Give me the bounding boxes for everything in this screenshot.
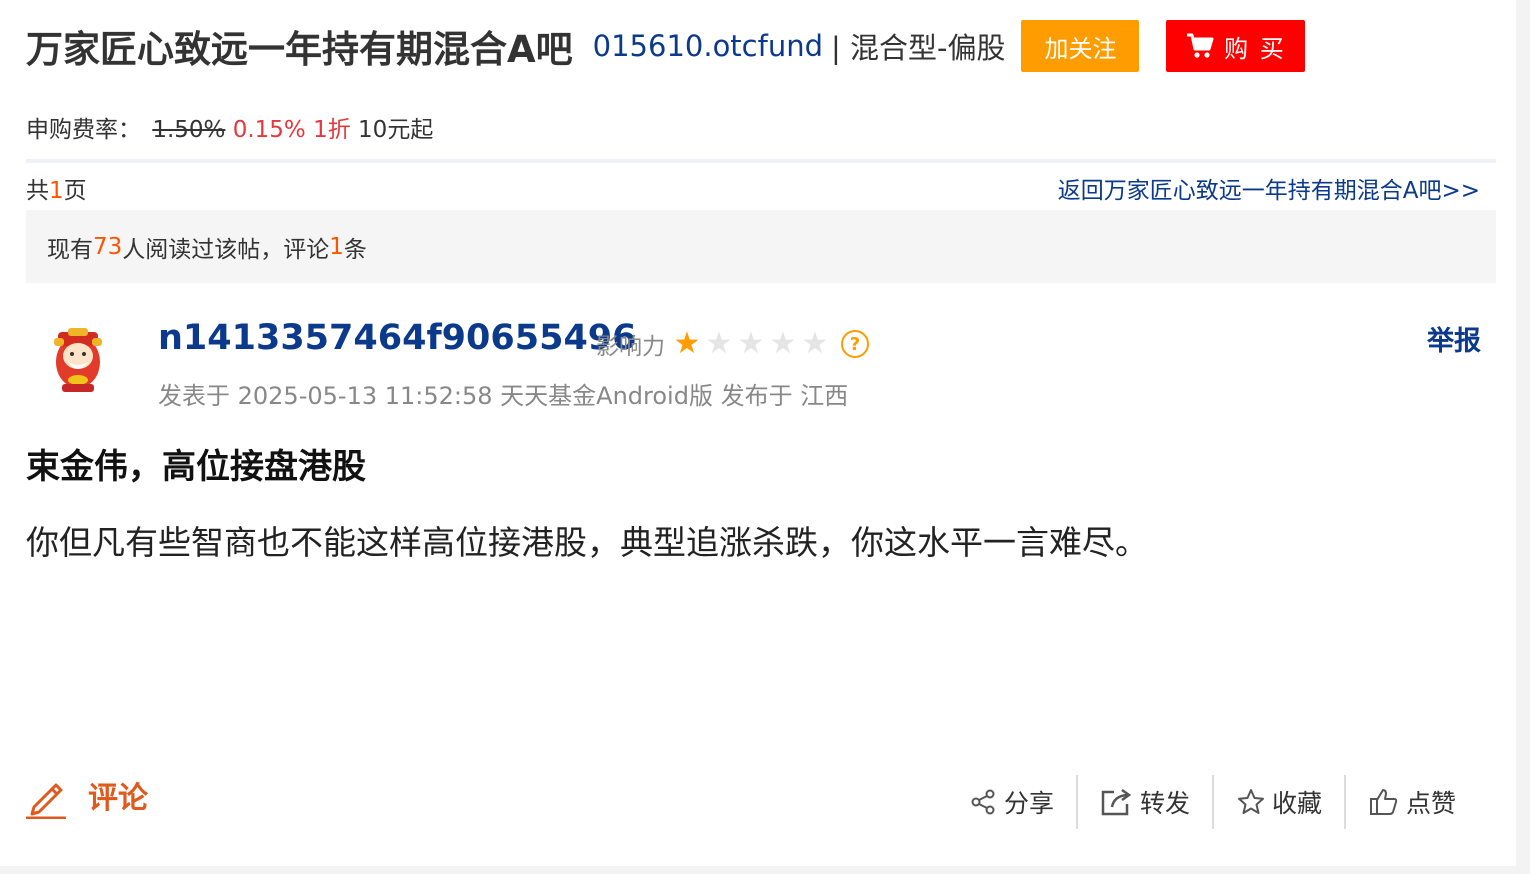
page-count-suffix: 页	[63, 178, 87, 204]
post-meta: 发表于 2025-05-13 11:52:58 天天基金Android版 发布于…	[158, 382, 849, 410]
post-body: 你但凡有些智商也不能这样高位接港股，典型追涨杀跌，你这水平一言难尽。	[26, 523, 1148, 562]
buy-button[interactable]: 购 买	[1166, 20, 1306, 72]
page-count: 共1页	[26, 171, 87, 205]
favorite-label: 收藏	[1271, 789, 1322, 818]
influence-stars: ★ ★ ★ ★ ★	[671, 329, 831, 359]
reader-count: 73	[93, 233, 123, 260]
pencil-icon	[26, 783, 66, 819]
forward-icon	[1101, 788, 1132, 816]
follow-button[interactable]: 加关注	[1021, 20, 1140, 72]
page-count-prefix: 共	[26, 178, 49, 204]
star-empty-icon: ★	[705, 326, 733, 361]
comment-label: 评论	[88, 781, 148, 816]
comment-button[interactable]: 评论	[26, 777, 148, 819]
post-title: 束金伟，高位接盘港股	[26, 447, 366, 487]
read-stats: 现有 73 人阅读过该帖，评论 1 条	[26, 210, 1496, 283]
follow-button-label: 加关注	[1044, 34, 1117, 63]
forward-label: 转发	[1139, 789, 1190, 818]
like-label: 点赞	[1405, 789, 1456, 818]
username-link[interactable]: n1413357464f90655496	[158, 318, 637, 358]
fee-discount: 1折	[313, 117, 351, 143]
report-button[interactable]: 举报	[1427, 319, 1481, 358]
buy-button-label: 购 买	[1224, 34, 1286, 63]
stats-middle: 人阅读过该帖，评论	[122, 236, 330, 263]
fee-original: 1.50%	[152, 117, 226, 143]
comment-count: 1	[329, 233, 344, 260]
share-button[interactable]: 分享	[946, 775, 1076, 829]
page-count-value: 1	[49, 178, 64, 204]
star-filled-icon: ★	[673, 326, 701, 361]
avatar[interactable]	[40, 322, 116, 398]
fee-label: 申购费率：	[26, 117, 141, 143]
star-empty-icon: ★	[737, 326, 765, 361]
star-empty-icon: ★	[769, 326, 797, 361]
help-icon[interactable]: ?	[841, 330, 869, 358]
fee-discounted: 0.15%	[232, 117, 306, 143]
bar-header: 万家匠心致远一年持有期混合A吧 015610.otcfund | 混合型-偏股 …	[26, 18, 1306, 74]
thumb-up-icon	[1369, 789, 1398, 815]
divider	[26, 159, 1496, 163]
favorite-button[interactable]: 收藏	[1214, 775, 1344, 829]
influence-label: 影响力	[596, 334, 665, 360]
post-card: 万家匠心致远一年持有期混合A吧 015610.otcfund | 混合型-偏股 …	[0, 0, 1516, 866]
post-actions: 分享 转发 收藏 点赞	[946, 775, 1478, 829]
forward-button[interactable]: 转发	[1078, 775, 1212, 829]
fund-code-link[interactable]: 015610.otcfund	[593, 29, 823, 63]
fee-rate: 申购费率： 1.50% 0.15% 1折 10元起	[26, 110, 433, 144]
star-empty-icon: ★	[801, 326, 829, 361]
cart-icon	[1187, 33, 1214, 58]
fund-type: | 混合型-偏股	[831, 31, 1006, 65]
influence-rating: 影响力 ★ ★ ★ ★ ★ ?	[596, 327, 869, 361]
back-to-bar-link[interactable]: 返回万家匠心致远一年持有期混合A吧>>	[1058, 171, 1480, 205]
stats-suffix: 条	[343, 236, 367, 263]
fee-minimum: 10元起	[358, 117, 434, 143]
stats-prefix: 现有	[47, 236, 93, 263]
like-button[interactable]: 点赞	[1346, 775, 1478, 829]
share-label: 分享	[1003, 789, 1054, 818]
bar-title[interactable]: 万家匠心致远一年持有期混合A吧	[26, 19, 573, 73]
share-icon	[971, 789, 995, 815]
star-outline-icon	[1237, 789, 1264, 814]
